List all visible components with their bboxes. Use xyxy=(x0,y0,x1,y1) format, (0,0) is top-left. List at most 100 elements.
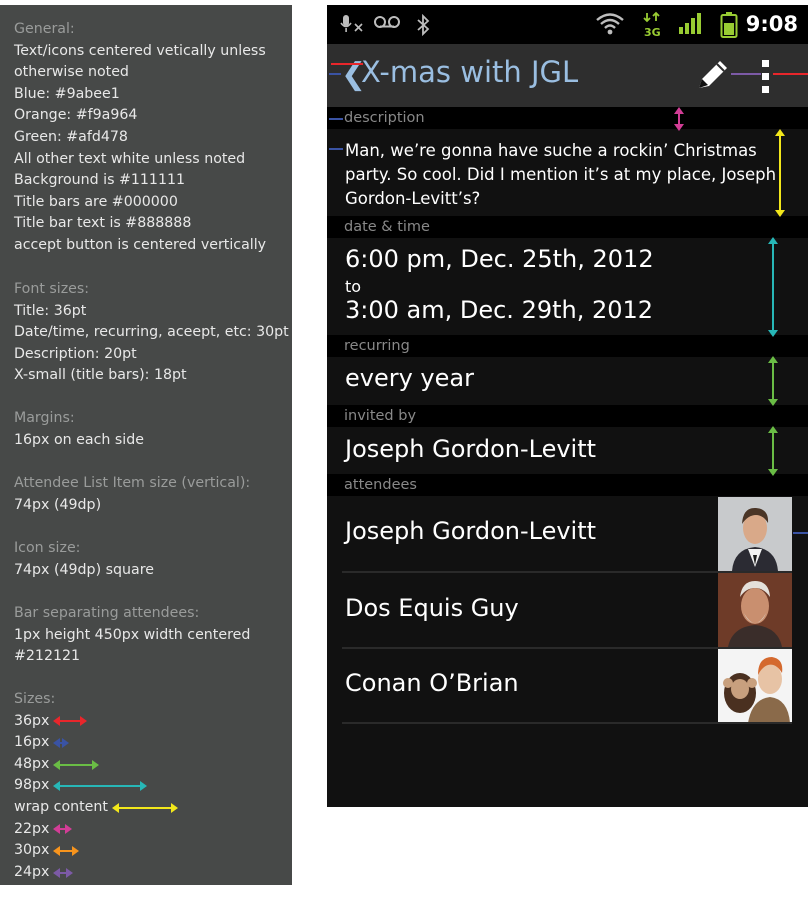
section-label: invited by xyxy=(344,408,417,424)
size-legend-item: 36px xyxy=(14,711,288,733)
spec-icon-size: Icon size: 74px (49dp) square xyxy=(14,538,288,581)
spec-line: accept button is centered vertically xyxy=(14,236,267,253)
spec-line: Orange: #f9a964 xyxy=(14,107,138,124)
spec-line: Background is #111111 xyxy=(14,172,186,189)
status-bar: 3G 9:08 xyxy=(327,5,808,44)
spec-line: X-small (title bars): 18pt xyxy=(14,367,187,384)
pencil-icon[interactable] xyxy=(695,58,731,96)
spec-font-sizes-heading: Font sizes: xyxy=(14,281,90,297)
section-label: recurring xyxy=(344,338,410,354)
size-legend-item: 30px xyxy=(14,840,288,862)
spec-margins: Margins: 16px on each side xyxy=(14,408,288,451)
wifi-icon xyxy=(595,12,625,41)
spec-icon-size-heading: Icon size: xyxy=(14,540,81,556)
spec-bar-separator: Bar separating attendees: 1px height 450… xyxy=(14,603,288,668)
green-double-arrow-icon xyxy=(53,759,100,770)
spec-line: Date/time, recurring, aceept, etc: 30pt xyxy=(14,324,289,341)
section-label: attendees xyxy=(344,477,417,493)
size-legend-label: 98px xyxy=(14,777,50,794)
spec-annotation-green-arrow xyxy=(768,426,778,476)
size-legend-item: 48px xyxy=(14,754,288,776)
size-legend-item: wrap content xyxy=(14,797,288,819)
spec-annotation-blue-arrow xyxy=(793,532,808,534)
size-legend-label: wrap content xyxy=(14,798,108,815)
orange-double-arrow-icon xyxy=(53,845,80,856)
spec-bar-separator-heading: Bar separating attendees: xyxy=(14,605,200,621)
description-line: Gordon-Levitt’s? xyxy=(345,189,481,208)
spec-line: Green: #afd478 xyxy=(14,128,128,145)
spec-line: 74px (49dp) xyxy=(14,496,102,513)
purple-double-arrow-icon xyxy=(53,867,74,878)
spec-line: otherwise noted xyxy=(14,64,129,81)
size-legend-item: 24px xyxy=(14,862,288,884)
attendee-name: Joseph Gordon-Levitt xyxy=(345,517,597,545)
battery-icon xyxy=(720,11,738,44)
microphone-muted-icon xyxy=(339,14,365,39)
event-end-time: 3:00 am, Dec. 29th, 2012 xyxy=(345,296,654,324)
description-line: Man, we’re gonna have suche a rockin’ Ch… xyxy=(345,141,757,160)
description-line: party. So cool. Did I mention it’s at my… xyxy=(345,165,777,184)
title-bar: ❮ X-mas with JGL xyxy=(327,44,808,107)
attendee-name: Conan O’Brian xyxy=(345,669,519,697)
event-start-time: 6:00 pm, Dec. 25th, 2012 xyxy=(345,245,654,273)
spec-annotation-blue-arrow xyxy=(329,73,341,75)
invited-by-value[interactable]: Joseph Gordon-Levitt xyxy=(345,435,596,463)
page-title: X-mas with JGL xyxy=(361,55,579,89)
size-legend-item: 22px xyxy=(14,819,288,841)
size-legend-label: 30px xyxy=(14,842,50,859)
event-description: Man, we’re gonna have suche a rockin’ Ch… xyxy=(345,139,776,211)
spec-annotation-red-arrow xyxy=(331,63,363,65)
section-label: date & time xyxy=(344,219,430,235)
overflow-menu-icon[interactable] xyxy=(762,60,769,94)
spec-panel: General: Text/icons centered vetically u… xyxy=(0,5,292,885)
spec-font-sizes: Font sizes: Title: 36pt Date/time, recur… xyxy=(14,279,289,387)
blue-double-arrow-icon xyxy=(53,737,70,748)
section-bar-date-time: date & time xyxy=(327,216,808,238)
spec-annotation-yellow-arrow xyxy=(775,129,785,217)
section-bar-description: description xyxy=(327,107,808,129)
spec-annotation-blue-arrow xyxy=(329,148,343,150)
spec-line: All other text white unless noted xyxy=(14,150,246,167)
spec-line: #212121 xyxy=(14,648,81,665)
attendee-avatar xyxy=(718,573,792,647)
spec-line: 74px (49dp) square xyxy=(14,561,154,578)
attendee-avatar xyxy=(718,497,792,571)
spec-line: Text/icons centered vetically unless xyxy=(14,42,266,59)
attendee-avatar xyxy=(718,649,792,723)
attendee-separator xyxy=(342,722,792,724)
voicemail-icon xyxy=(373,14,401,35)
spec-annotation-red-arrow xyxy=(773,73,808,75)
spec-general-heading: General: xyxy=(14,21,75,37)
spec-line: Title bars are #000000 xyxy=(14,193,178,210)
size-legend-item: 98px xyxy=(14,775,288,797)
section-bar-recurring: recurring xyxy=(327,335,808,357)
spec-margins-heading: Margins: xyxy=(14,410,75,426)
spec-line: 16px on each side xyxy=(14,431,144,448)
spec-line: 1px height 450px width centered xyxy=(14,626,251,643)
size-legend-label: 48px xyxy=(14,755,50,772)
spec-annotation-purple-arrow xyxy=(731,73,761,75)
section-bar-attendees: attendees xyxy=(327,474,808,496)
teal-double-arrow-icon xyxy=(53,781,148,792)
bluetooth-icon xyxy=(416,13,430,41)
size-legend-label: 36px xyxy=(14,712,50,729)
spec-line: Blue: #9abee1 xyxy=(14,85,120,102)
spec-line: Title: 36pt xyxy=(14,302,87,319)
size-legend-item: 16px xyxy=(14,732,288,754)
red-double-arrow-icon xyxy=(53,716,88,727)
pink-double-arrow-icon xyxy=(53,824,73,835)
spec-attendee-item: Attendee List Item size (vertical): 74px… xyxy=(14,473,288,516)
yellow-double-arrow-icon xyxy=(111,802,178,813)
spec-annotation-pink-arrow xyxy=(674,107,684,131)
size-legend-label: 24px xyxy=(14,863,50,880)
spec-line: Description: 20pt xyxy=(14,345,137,362)
spec-general: General: Text/icons centered vetically u… xyxy=(14,19,288,257)
recurring-value: every year xyxy=(345,364,474,392)
phone-screen: 3G 9:08 ❮ X-mas with JGL description Man… xyxy=(327,5,808,807)
spec-line: Title bar text is #888888 xyxy=(14,215,192,232)
network-3g-icon: 3G xyxy=(643,11,661,44)
spec-sizes: Sizes: 36px 16px 48px 98px wrap content … xyxy=(14,689,288,883)
size-legend-label: 16px xyxy=(14,734,50,751)
section-bar-invited-by: invited by xyxy=(327,405,808,427)
attendee-name: Dos Equis Guy xyxy=(345,594,519,622)
